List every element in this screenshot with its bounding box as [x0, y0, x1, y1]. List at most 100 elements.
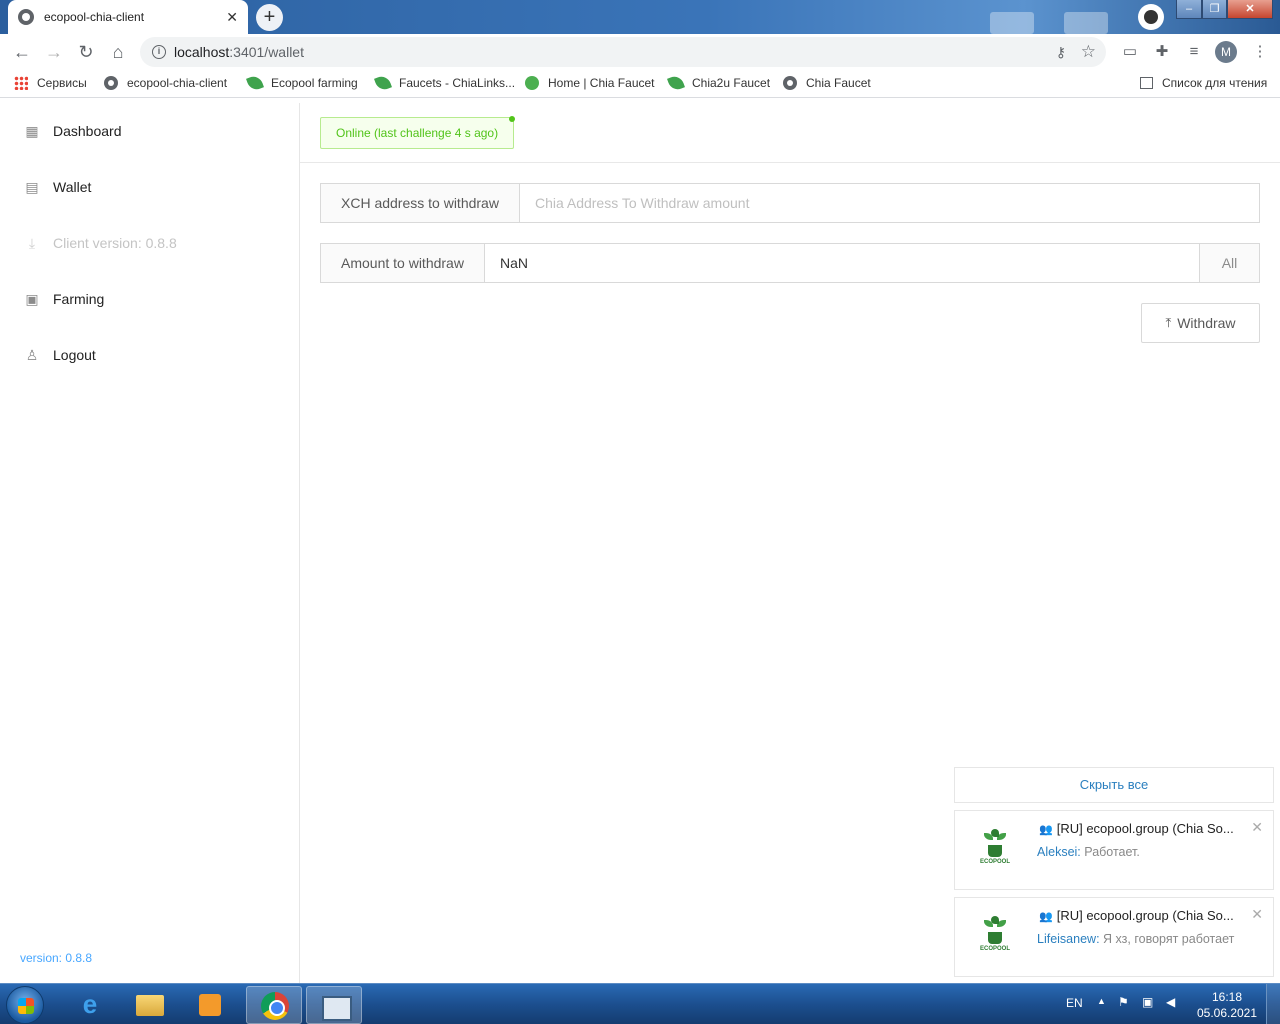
- leaf-icon: [246, 74, 264, 92]
- app-taskbar-icon[interactable]: [306, 986, 362, 1024]
- desktop-icon-shadow: [1064, 12, 1108, 34]
- show-desktop-button[interactable]: [1266, 984, 1280, 1024]
- reading-list-button[interactable]: Список для чтения: [1140, 76, 1267, 90]
- globe-icon: [783, 76, 797, 90]
- volume-icon[interactable]: ◀: [1166, 995, 1175, 1009]
- bookmark-services[interactable]: Сервисы: [14, 76, 87, 90]
- browser-tab[interactable]: ecopool-chia-client ✕: [8, 0, 248, 34]
- browser-toolbar: ← → ↻ ⌂ i localhost:3401/wallet ⚷ ☆ ▭ ✚ …: [0, 34, 1280, 70]
- close-tab-icon[interactable]: ✕: [226, 9, 238, 26]
- bookmark-label: Chia2u Faucet: [692, 76, 771, 90]
- bookmark-label: Home | Chia Faucet: [548, 76, 655, 90]
- status-badge: Online (last challenge 4 s ago): [320, 116, 516, 149]
- all-button[interactable]: All: [1199, 244, 1259, 282]
- content-header: Online (last challenge 4 s ago): [300, 103, 1280, 163]
- leaf-icon: [667, 74, 685, 92]
- forward-icon[interactable]: →: [42, 40, 66, 64]
- close-window-button[interactable]: ✕: [1227, 0, 1273, 19]
- show-hidden-icons-icon[interactable]: ▲: [1097, 996, 1106, 1006]
- group-icon: 👥: [1039, 824, 1053, 836]
- notification-title-text: [RU] ecopool.group (Chia So...: [1056, 908, 1234, 923]
- download-icon: ⤓: [28, 235, 36, 251]
- url-host: localhost: [174, 44, 230, 60]
- bookmark-chialinks[interactable]: Faucets - ChiaLinks...: [374, 74, 516, 92]
- sidebar: ▦ Dashboard ▤ Wallet ⤓ Client version: 0…: [0, 103, 300, 983]
- status-text: Online (last challenge 4 s ago): [336, 126, 499, 140]
- notification-message: Я хз, говорят работает: [1103, 932, 1235, 946]
- wallet-icon: ▤: [25, 179, 39, 195]
- withdraw-button[interactable]: ⤒ Withdraw: [1141, 303, 1260, 343]
- sidebar-item-label: Dashboard: [53, 123, 122, 139]
- withdraw-label: Withdraw: [1177, 315, 1236, 331]
- bookmark-label: Сервисы: [37, 76, 87, 90]
- globe-icon: [104, 76, 118, 90]
- bookmark-ecopool-client[interactable]: ecopool-chia-client: [104, 76, 227, 90]
- bookmark-chia-faucet[interactable]: Chia Faucet: [783, 76, 871, 90]
- explorer-icon[interactable]: [122, 986, 178, 1024]
- bookmark-star-icon[interactable]: ☆: [1081, 42, 1096, 62]
- reading-list-toolbar-icon[interactable]: ≡: [1184, 42, 1204, 62]
- sidebar-item-client-version: ⤓ Client version: 0.8.8: [24, 235, 177, 251]
- faucet-icon: [525, 76, 539, 90]
- info-icon[interactable]: i: [152, 45, 166, 59]
- reload-icon[interactable]: ↻: [74, 40, 98, 64]
- action-center-icon[interactable]: ⚑: [1118, 995, 1129, 1009]
- chart-icon: ▦: [25, 123, 39, 139]
- bookmark-chia2u[interactable]: Chia2u Faucet: [667, 74, 771, 92]
- sidebar-item-farming[interactable]: ▣ Farming: [24, 291, 104, 307]
- menu-icon[interactable]: ⋮: [1250, 42, 1270, 62]
- desktop-icon-shadow: [990, 12, 1034, 34]
- ecopool-logo: ECOPOOL: [975, 916, 1015, 960]
- notification-title: 👥 [RU] ecopool.group (Chia So...: [1039, 821, 1249, 836]
- language-indicator[interactable]: EN: [1066, 996, 1083, 1010]
- amount-input[interactable]: [484, 244, 1199, 282]
- bookmark-label: Faucets - ChiaLinks...: [399, 76, 516, 90]
- back-icon[interactable]: ←: [10, 40, 34, 64]
- upload-icon: ⤒: [1165, 315, 1172, 330]
- notification-card[interactable]: ECOPOOL 👥 [RU] ecopool.group (Chia So... …: [954, 897, 1274, 977]
- bookmark-home-chia-faucet[interactable]: Home | Chia Faucet: [525, 76, 655, 90]
- chrome-taskbar-icon[interactable]: [246, 986, 302, 1024]
- sidebar-item-label: Client version: 0.8.8: [53, 235, 177, 251]
- media-player-icon[interactable]: [182, 986, 238, 1024]
- notification-title: 👥 [RU] ecopool.group (Chia So...: [1039, 908, 1249, 923]
- network-icon[interactable]: ▣: [1142, 995, 1153, 1009]
- leaf-icon: [374, 74, 392, 92]
- app-version: version: 0.8.8: [20, 951, 93, 965]
- profile-avatar[interactable]: M: [1215, 41, 1237, 63]
- hide-all-notifications-button[interactable]: Скрыть все: [954, 767, 1274, 803]
- start-button[interactable]: [6, 986, 44, 1024]
- extensions-icon[interactable]: ✚: [1152, 42, 1172, 62]
- home-icon[interactable]: ⌂: [106, 40, 130, 64]
- logo-text: ECOPOOL: [979, 946, 1010, 952]
- notification-card[interactable]: ECOPOOL 👥 [RU] ecopool.group (Chia So... …: [954, 810, 1274, 890]
- new-tab-button[interactable]: +: [256, 4, 283, 31]
- internet-explorer-icon[interactable]: e: [62, 986, 118, 1024]
- url-path: :3401/wallet: [229, 44, 304, 60]
- key-icon[interactable]: ⚷: [1056, 44, 1066, 61]
- minimize-button[interactable]: –: [1176, 0, 1202, 19]
- system-clock[interactable]: 16:18 05.06.2021: [1196, 989, 1258, 1021]
- clock-time: 16:18: [1211, 990, 1243, 1004]
- apps-icon: [14, 76, 28, 90]
- address-input[interactable]: [519, 184, 1259, 222]
- close-icon[interactable]: ✕: [1251, 906, 1263, 923]
- sidebar-item-dashboard[interactable]: ▦ Dashboard: [24, 123, 122, 139]
- logo-text: ECOPOOL: [979, 859, 1010, 865]
- tab-title: ecopool-chia-client: [44, 10, 145, 24]
- notification-author: Lifeisanew: [1037, 932, 1097, 946]
- address-label: XCH address to withdraw: [321, 184, 520, 222]
- bookmark-label: Ecopool farming: [271, 76, 358, 90]
- notification-title-text: [RU] ecopool.group (Chia So...: [1056, 821, 1234, 836]
- bookmark-label: ecopool-chia-client: [127, 76, 228, 90]
- close-icon[interactable]: ✕: [1251, 819, 1263, 836]
- sidebar-item-wallet[interactable]: ▤ Wallet: [24, 179, 91, 195]
- cast-icon[interactable]: ▭: [1120, 42, 1140, 62]
- tab-search-icon[interactable]: [1138, 4, 1164, 30]
- globe-icon: [18, 9, 34, 25]
- maximize-button[interactable]: ❐: [1202, 0, 1227, 19]
- bookmark-ecopool-farming[interactable]: Ecopool farming: [246, 74, 358, 92]
- address-bar[interactable]: i localhost:3401/wallet ⚷ ☆: [140, 37, 1106, 67]
- sidebar-item-logout[interactable]: ♙ Logout: [24, 347, 96, 363]
- address-field: XCH address to withdraw: [320, 183, 1260, 223]
